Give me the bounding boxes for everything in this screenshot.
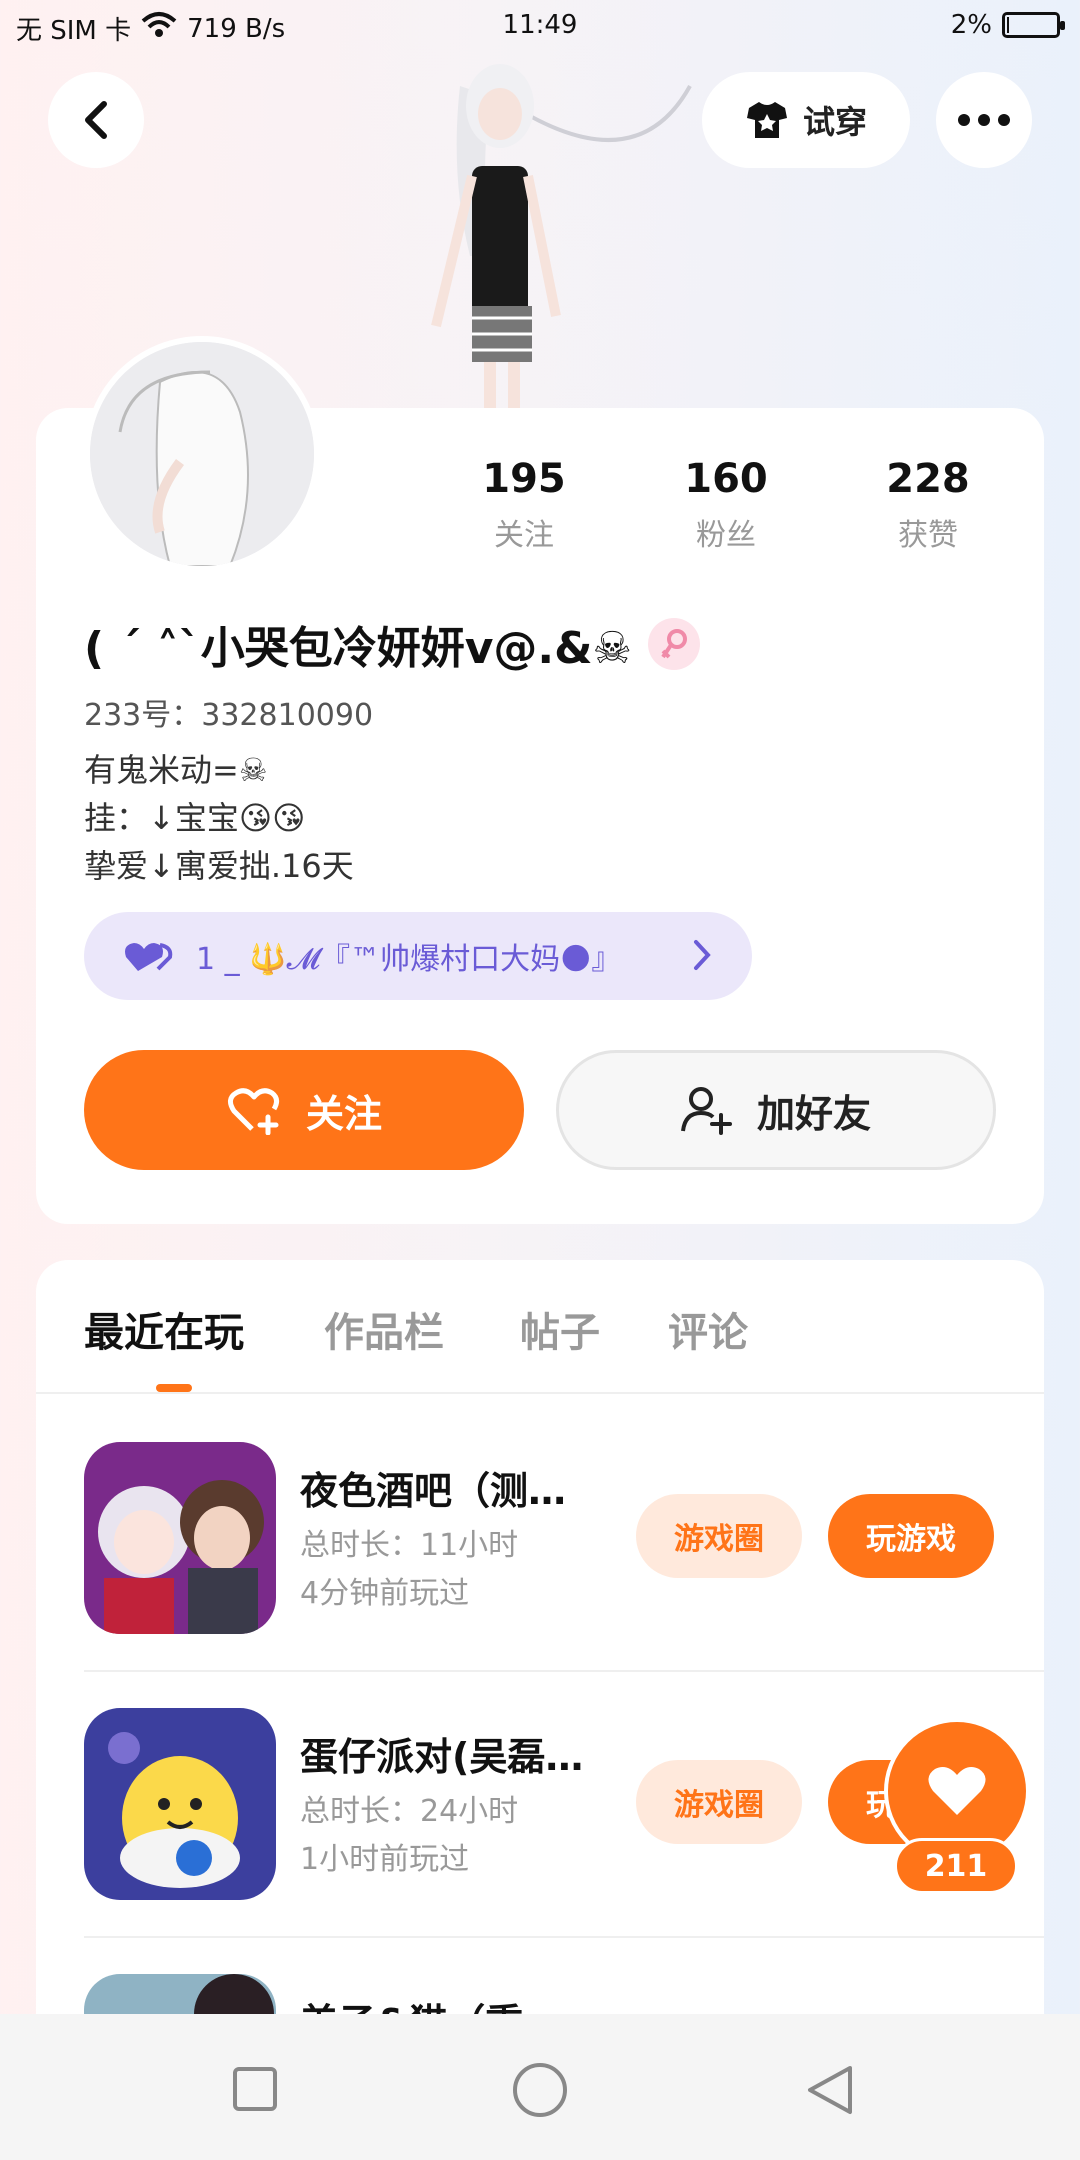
tab-comments[interactable]: 评论 xyxy=(668,1300,748,1358)
more-dots-icon xyxy=(958,114,1010,126)
clock: 11:49 xyxy=(502,10,578,40)
tab-indicator xyxy=(156,1384,192,1392)
stat-likes[interactable]: 228 获赞 xyxy=(848,456,1008,554)
try-on-button[interactable]: 试穿 xyxy=(702,72,910,168)
nickname-row: ( ˊ ˄ˋ小哭包冷妍妍v@.&☠ xyxy=(84,612,700,676)
bio-line: 挂：↓宝宝😘😘 xyxy=(84,799,306,837)
back-nav-icon[interactable] xyxy=(806,2064,856,2116)
add-friend-label: 加好友 xyxy=(756,1091,871,1136)
game-circle-button[interactable]: 游戏圈 xyxy=(636,1494,802,1578)
stat-followers[interactable]: 160 粉丝 xyxy=(646,456,806,554)
battery-percent: 2% xyxy=(950,10,992,40)
heart-plus-icon xyxy=(227,1088,280,1135)
likes-count: 228 xyxy=(886,456,970,502)
list-divider xyxy=(84,1670,1044,1672)
tab-posts[interactable]: 帖子 xyxy=(520,1300,600,1358)
following-label: 关注 xyxy=(494,518,554,553)
tab-divider xyxy=(36,1392,1044,1394)
game-icon-eggy-party xyxy=(84,1708,276,1900)
game-title: 蛋仔派对(吴磊代言) xyxy=(300,1735,600,1779)
likes-label: 获赞 xyxy=(898,518,958,553)
game-icon-third xyxy=(84,1974,276,2014)
game-icon-nightbar xyxy=(84,1442,276,1634)
game-item[interactable]: 夜色酒吧（测试版） 总时长：11小时 4分钟前玩过 游戏圈 玩游戏 xyxy=(84,1442,1044,1706)
game-title: 美子&猫（重 xyxy=(300,1992,600,2014)
tab-recently-played[interactable]: 最近在玩 xyxy=(84,1300,244,1358)
game-last-played: 4分钟前玩过 xyxy=(300,1576,470,1611)
heart-icon xyxy=(928,1767,986,1815)
female-gender-icon xyxy=(647,618,700,670)
status-bar: 无 SIM 卡 719 B/s 11:49 2% xyxy=(0,0,1080,56)
followers-label: 粉丝 xyxy=(696,518,756,553)
game-title: 夜色酒吧（测试版） xyxy=(300,1469,600,1513)
heart-icon xyxy=(125,943,173,971)
add-user-icon xyxy=(680,1087,732,1135)
bond-link[interactable]: 1 _ 🔱𝓜『™帅爆村口大妈🌑』 xyxy=(84,912,752,1000)
try-on-label: 试穿 xyxy=(802,103,867,141)
game-duration: 总时长：11小时 xyxy=(300,1528,519,1563)
avatar-figure-image[interactable] xyxy=(380,56,700,408)
battery-icon xyxy=(1002,12,1065,38)
recent-apps-icon[interactable] xyxy=(232,2066,278,2112)
tab-works[interactable]: 作品栏 xyxy=(324,1300,444,1358)
tshirt-icon xyxy=(746,102,787,138)
bio-line: 有鬼米动=☠ xyxy=(84,751,268,789)
follow-button[interactable]: 关注 xyxy=(84,1050,524,1170)
back-button[interactable] xyxy=(48,72,144,168)
system-nav-bar xyxy=(0,2014,1080,2160)
chevron-left-icon xyxy=(85,101,107,139)
bond-text: 1 _ 🔱𝓜『™帅爆村口大妈🌑』 xyxy=(196,942,622,977)
game-duration: 总时长：24小时 xyxy=(300,1794,519,1829)
nickname: ( ˊ ˄ˋ小哭包冷妍妍v@.&☠ xyxy=(84,623,632,674)
home-icon[interactable] xyxy=(512,2062,568,2118)
followers-count: 160 xyxy=(684,456,768,502)
game-item[interactable]: 美子&猫（重 xyxy=(84,1974,1044,2014)
bio: 有鬼米动=☠ 挂：↓宝宝😘😘 挚爱↓寓爱拙.16天 xyxy=(84,746,354,890)
game-circle-button[interactable]: 游戏圈 xyxy=(636,1760,802,1844)
user-id: 233号：332810090 xyxy=(84,698,374,733)
like-count-badge: 211 xyxy=(894,1838,1018,1894)
add-friend-button[interactable]: 加好友 xyxy=(556,1050,996,1170)
stat-following[interactable]: 195 关注 xyxy=(444,456,604,554)
profile-avatar[interactable] xyxy=(84,336,320,572)
follow-label: 关注 xyxy=(305,1091,382,1136)
more-button[interactable] xyxy=(936,72,1032,168)
following-count: 195 xyxy=(482,456,566,502)
list-divider xyxy=(84,1936,1044,1938)
chevron-right-icon xyxy=(694,940,711,970)
game-last-played: 1小时前玩过 xyxy=(300,1842,470,1877)
bio-line: 挚爱↓寓爱拙.16天 xyxy=(84,847,354,885)
play-game-button[interactable]: 玩游戏 xyxy=(828,1494,994,1578)
